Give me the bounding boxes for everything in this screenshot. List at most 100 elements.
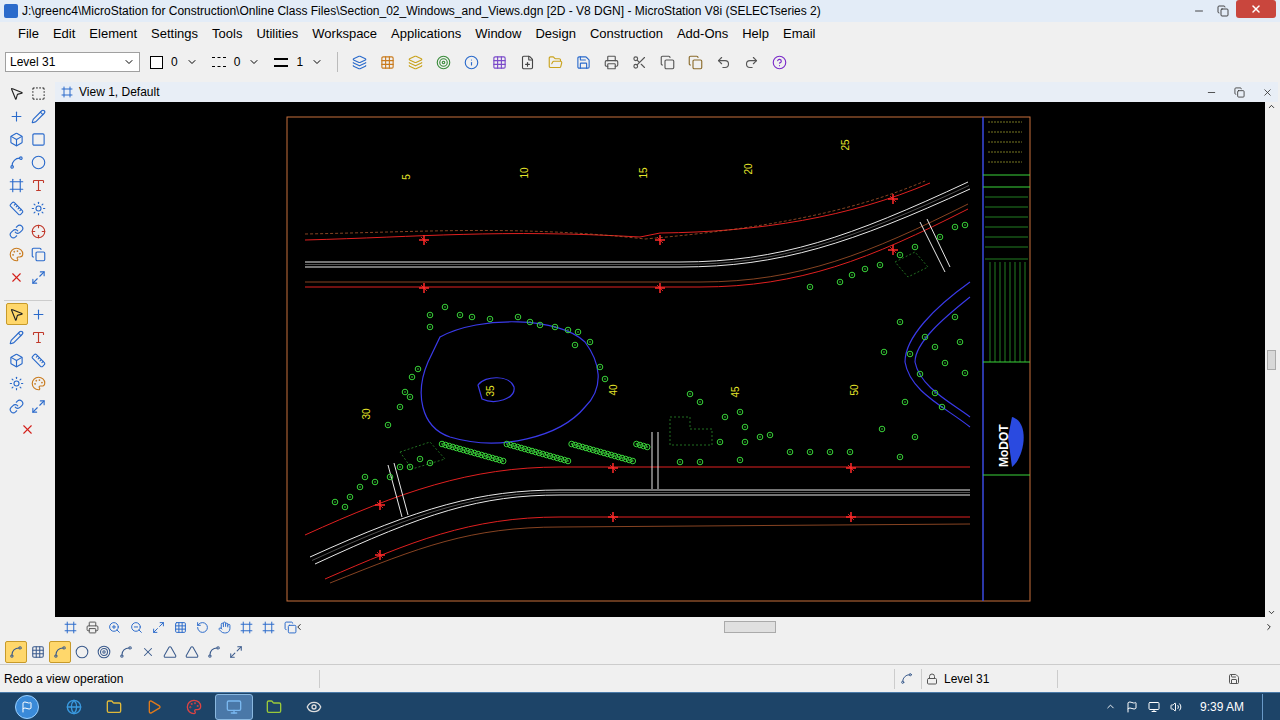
- tool-button[interactable]: [28, 243, 50, 265]
- view-tool-button[interactable]: [235, 616, 257, 638]
- toolbar-button[interactable]: [740, 51, 762, 73]
- color-picker[interactable]: 0: [146, 53, 202, 71]
- snap-button[interactable]: [27, 641, 49, 663]
- drawing-canvas[interactable]: MoDOT5101520253035404550: [55, 102, 1265, 617]
- view-tool-button[interactable]: [81, 616, 103, 638]
- tool-button[interactable]: [28, 197, 50, 219]
- snap-button[interactable]: [71, 641, 93, 663]
- view-tool-button[interactable]: [257, 616, 279, 638]
- view-tool-button[interactable]: [191, 616, 213, 638]
- horizontal-scrollbar[interactable]: [290, 621, 1278, 633]
- toolbar-button[interactable]: [628, 51, 650, 73]
- tool-button[interactable]: [6, 266, 28, 288]
- toolbar-button[interactable]: [544, 51, 566, 73]
- menu-item[interactable]: Construction: [590, 24, 663, 44]
- tool-button[interactable]: [6, 395, 28, 417]
- tool-button[interactable]: [28, 372, 50, 394]
- menu-item[interactable]: Utilities: [256, 24, 298, 44]
- tool-button[interactable]: [17, 418, 39, 440]
- restore-button[interactable]: [1212, 0, 1234, 22]
- menu-item[interactable]: Workspace: [312, 24, 377, 44]
- toolbar-button[interactable]: [656, 51, 678, 73]
- toolbar-button[interactable]: [684, 51, 706, 73]
- tool-button[interactable]: [6, 151, 28, 173]
- taskbar-app[interactable]: [95, 694, 133, 720]
- view-tool-button[interactable]: [103, 616, 125, 638]
- view-close-button[interactable]: [1256, 81, 1278, 103]
- start-button[interactable]: [0, 695, 54, 719]
- tool-button[interactable]: [28, 105, 50, 127]
- lock-icon[interactable]: [926, 673, 938, 685]
- tool-button[interactable]: [6, 243, 28, 265]
- toolbar-button[interactable]: [488, 51, 510, 73]
- tool-button[interactable]: [6, 326, 28, 348]
- snap-button[interactable]: [137, 641, 159, 663]
- action-center-icon[interactable]: [1126, 701, 1138, 713]
- taskbar-app[interactable]: [295, 694, 333, 720]
- clock[interactable]: 9:39 AM: [1192, 698, 1252, 716]
- menu-item[interactable]: Email: [783, 24, 816, 44]
- line-style-picker[interactable]: 0: [208, 53, 265, 71]
- snap-button[interactable]: [5, 641, 27, 663]
- taskbar-app[interactable]: [175, 694, 213, 720]
- menu-item[interactable]: Tools: [212, 24, 242, 44]
- taskbar-app[interactable]: [55, 694, 93, 720]
- menu-item[interactable]: Add-Ons: [677, 24, 728, 44]
- level-dropdown[interactable]: Level 31: [5, 52, 140, 72]
- tool-button[interactable]: [28, 395, 50, 417]
- tool-button[interactable]: [28, 349, 50, 371]
- tool-button[interactable]: [28, 326, 50, 348]
- tool-button[interactable]: [28, 151, 50, 173]
- toolbar-button[interactable]: [460, 51, 482, 73]
- tool-button[interactable]: [6, 128, 28, 150]
- taskbar-app[interactable]: [255, 694, 293, 720]
- view-tool-button[interactable]: [169, 616, 191, 638]
- toolbar-button[interactable]: [348, 51, 370, 73]
- menu-item[interactable]: Settings: [151, 24, 198, 44]
- snap-button[interactable]: [115, 641, 137, 663]
- toolbar-button[interactable]: [516, 51, 538, 73]
- tool-button[interactable]: [28, 266, 50, 288]
- minimize-button[interactable]: [1188, 0, 1210, 22]
- snap-button[interactable]: [159, 641, 181, 663]
- scroll-thumb[interactable]: [1267, 350, 1276, 370]
- tool-button[interactable]: [28, 220, 50, 242]
- toolbar-button[interactable]: [404, 51, 426, 73]
- view-restore-button[interactable]: [1228, 81, 1250, 103]
- menu-item[interactable]: File: [18, 24, 39, 44]
- snap-mode-button[interactable]: [895, 668, 917, 690]
- view-tool-button[interactable]: [125, 616, 147, 638]
- menu-item[interactable]: Edit: [53, 24, 75, 44]
- toolbar-button[interactable]: [600, 51, 622, 73]
- toolbar-button[interactable]: [768, 51, 790, 73]
- line-weight-picker[interactable]: 1: [270, 53, 327, 71]
- view-tool-button[interactable]: [213, 616, 235, 638]
- menu-item[interactable]: Help: [742, 24, 769, 44]
- toolbar-button[interactable]: [432, 51, 454, 73]
- taskbar-app[interactable]: [135, 694, 173, 720]
- snap-button[interactable]: [203, 641, 225, 663]
- snap-button[interactable]: [181, 641, 203, 663]
- close-button[interactable]: [1236, 0, 1276, 18]
- view-tool-button[interactable]: [59, 616, 81, 638]
- network-icon[interactable]: [1148, 701, 1160, 713]
- view-minimize-button[interactable]: [1200, 81, 1222, 103]
- tool-button[interactable]: [28, 82, 50, 104]
- tool-button[interactable]: [6, 220, 28, 242]
- volume-icon[interactable]: [1170, 701, 1182, 713]
- menu-item[interactable]: Window: [475, 24, 521, 44]
- tray-expand-icon[interactable]: [1105, 701, 1116, 712]
- tool-button[interactable]: [6, 372, 28, 394]
- taskbar-app[interactable]: [215, 694, 253, 720]
- toolbar-button[interactable]: [712, 51, 734, 73]
- menu-item[interactable]: Applications: [391, 24, 461, 44]
- save-status-icon[interactable]: [1228, 673, 1240, 685]
- menu-item[interactable]: Element: [89, 24, 137, 44]
- tool-button[interactable]: [6, 82, 28, 104]
- tool-button[interactable]: [6, 105, 28, 127]
- view-tool-button[interactable]: [147, 616, 169, 638]
- snap-button[interactable]: [225, 641, 247, 663]
- menu-item[interactable]: Design: [535, 24, 575, 44]
- scroll-thumb[interactable]: [724, 621, 776, 633]
- snap-button[interactable]: [93, 641, 115, 663]
